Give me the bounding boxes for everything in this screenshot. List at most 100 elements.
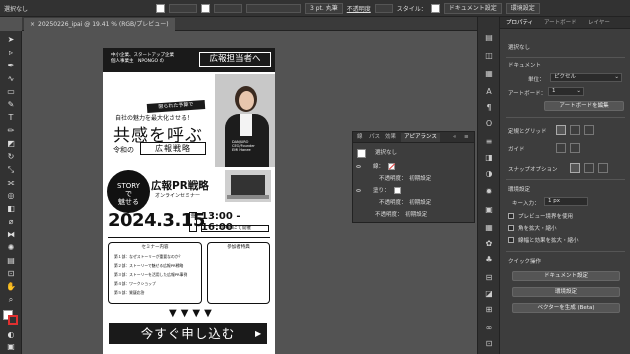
transparency-icon[interactable]: ◑: [484, 169, 494, 179]
rectangle-tool-icon[interactable]: ▭: [6, 87, 16, 97]
swatches-icon[interactable]: ▦: [484, 223, 494, 233]
fill-white-swatch[interactable]: [393, 187, 401, 194]
visibility-eye-icon[interactable]: [356, 189, 361, 192]
type-tool-icon[interactable]: T: [6, 113, 16, 123]
graphic-styles-icon[interactable]: ▣: [484, 205, 494, 215]
fill-dropdown[interactable]: [169, 3, 198, 13]
tab-properties[interactable]: プロパティ: [506, 17, 533, 29]
edit-artboard-button[interactable]: アートボードを編集: [544, 101, 624, 111]
tab-effects[interactable]: 効果: [385, 133, 396, 142]
scale-strokes-label: 線幅と効果を拡大・縮小: [518, 238, 579, 244]
panel-menu-icon[interactable]: ≡: [464, 133, 469, 142]
stroke-color-swatch[interactable]: [8, 315, 18, 325]
program-box: セミナー内容 第１部：なぜストーリーが重要なのか？ 第２部：ストーリーで魅せる広…: [108, 242, 202, 304]
curvature-tool-icon[interactable]: ∿: [6, 74, 16, 84]
tab-layers[interactable]: レイヤー: [588, 17, 610, 29]
brushes-icon[interactable]: ✿: [484, 239, 494, 249]
quick-env-settings-button[interactable]: 環境設定: [512, 287, 620, 297]
brush-dropdown[interactable]: 3 pt. 丸筆: [305, 2, 343, 14]
gradient-tool-icon[interactable]: ◧: [6, 204, 16, 214]
lock-guides-icon[interactable]: [570, 143, 580, 153]
appearance-object-opacity-row[interactable]: 不透明度： 初期設定: [375, 210, 427, 220]
properties-panel-tabs: プロパティ アートボード レイヤー: [500, 17, 630, 29]
stroke-swatch[interactable]: [201, 3, 211, 13]
scale-strokes-checkbox[interactable]: [508, 237, 514, 243]
blend-tool-icon[interactable]: ⧓: [6, 230, 16, 240]
align-icon[interactable]: ⊟: [484, 273, 494, 283]
snap-point-icon[interactable]: [570, 163, 580, 173]
links-icon[interactable]: ∞: [484, 323, 494, 333]
stroke-weight-dropdown[interactable]: [214, 3, 243, 13]
panel-collapse-icon[interactable]: «: [453, 133, 456, 142]
appearance-fill-row[interactable]: 塗り：: [356, 186, 401, 196]
appearance-selection: 選択なし: [375, 150, 398, 156]
opacity-label[interactable]: 不透明度: [347, 4, 371, 13]
zoom-tool-icon[interactable]: ⌕: [6, 295, 16, 305]
unit-select[interactable]: ピクセル ⌄: [550, 73, 622, 82]
transform-icon[interactable]: ⊞: [484, 305, 494, 315]
rotate-tool-icon[interactable]: ↻: [6, 152, 16, 162]
artboard-tool-icon[interactable]: ⊡: [6, 269, 16, 279]
stroke-panel-icon[interactable]: ≡: [484, 137, 494, 147]
artboard[interactable]: 中小企業、スタートアップ企業 個人事業主 NPONGO の 広報担当者へ DAN…: [103, 48, 275, 354]
visibility-eye-icon[interactable]: [356, 165, 361, 168]
opentype-icon[interactable]: O: [484, 119, 494, 129]
quick-doc-settings-button[interactable]: ドキュメント設定: [512, 271, 620, 281]
close-icon[interactable]: ×: [30, 21, 35, 28]
screen-mode-icon[interactable]: ▣: [6, 342, 16, 352]
artboard-select[interactable]: 1 ⌄: [548, 87, 584, 96]
appearance-fill-opacity-row[interactable]: 不透明度： 初期設定: [379, 198, 431, 208]
guides-icon[interactable]: [556, 143, 566, 153]
appearance-opacity-row[interactable]: 不透明度： 初期設定: [379, 174, 431, 184]
cta-banner: 今すぐ申し込む ▶: [109, 323, 267, 344]
tab-path[interactable]: パス: [369, 133, 380, 142]
grid-icon[interactable]: [570, 125, 580, 135]
key-increment-field[interactable]: 1 px: [544, 197, 588, 206]
appearance-icon[interactable]: ✹: [484, 187, 494, 197]
generate-vector-button[interactable]: ベクターを生成 (Beta): [512, 303, 620, 313]
scale-tool-icon[interactable]: ⤡: [6, 165, 16, 175]
doc-settings-button[interactable]: ドキュメント設定: [443, 2, 502, 14]
variable-width-dropdown[interactable]: [246, 3, 302, 13]
selection-tool-icon[interactable]: ➤: [6, 35, 16, 45]
eraser-tool-icon[interactable]: ◩: [6, 139, 16, 149]
env-settings-button[interactable]: 環境設定: [505, 2, 540, 14]
fill-swatch[interactable]: [156, 3, 166, 13]
snap-pixel-icon[interactable]: [598, 163, 608, 173]
document-tab[interactable]: × 20250226_ipai @ 19.41 % (RGB/プレビュー): [24, 18, 175, 31]
layers-icon[interactable]: ◫: [484, 51, 494, 61]
draw-mode-icon[interactable]: ◐: [6, 330, 16, 340]
direct-selection-tool-icon[interactable]: ▹: [6, 48, 16, 58]
scale-corners-checkbox[interactable]: [508, 225, 514, 231]
artboard-value: 1: [552, 88, 556, 94]
style-swatch[interactable]: [430, 3, 440, 13]
character-icon[interactable]: A: [484, 87, 494, 97]
paintbrush-tool-icon[interactable]: ✎: [6, 100, 16, 110]
opacity-field[interactable]: [374, 3, 393, 13]
stroke-none-swatch[interactable]: [388, 163, 396, 170]
tab-stroke[interactable]: 線: [357, 133, 363, 142]
tab-artboards[interactable]: アートボード: [544, 17, 577, 29]
symbol-sprayer-tool-icon[interactable]: ✺: [6, 243, 16, 253]
pen-tool-icon[interactable]: ✒: [6, 61, 16, 71]
preview-bounds-checkbox[interactable]: [508, 213, 514, 219]
symbols-icon[interactable]: ♣: [484, 255, 494, 265]
libraries-icon[interactable]: ▦: [484, 69, 494, 79]
pencil-tool-icon[interactable]: ✏: [6, 126, 16, 136]
hand-tool-icon[interactable]: ✋: [6, 282, 16, 292]
graph-tool-icon[interactable]: ▤: [6, 256, 16, 266]
pixel-grid-icon[interactable]: [584, 125, 594, 135]
width-tool-icon[interactable]: ⟗: [6, 178, 16, 188]
appearance-stroke-row[interactable]: 線：: [356, 162, 396, 172]
eyedropper-tool-icon[interactable]: ⌀: [6, 217, 16, 227]
paragraph-icon[interactable]: ¶: [484, 103, 494, 113]
artboards-icon[interactable]: ⊡: [484, 339, 494, 349]
shape-builder-tool-icon[interactable]: ◎: [6, 191, 16, 201]
properties-icon[interactable]: ▤: [484, 33, 494, 43]
snap-grid-icon[interactable]: [584, 163, 594, 173]
ruler-icon[interactable]: [556, 125, 566, 135]
tab-appearance[interactable]: アピアランス: [401, 133, 440, 142]
pathfinder-icon[interactable]: ◪: [484, 289, 494, 299]
gradient-panel-icon[interactable]: ◨: [484, 153, 494, 163]
cta-label: 今すぐ申し込む: [140, 326, 236, 341]
